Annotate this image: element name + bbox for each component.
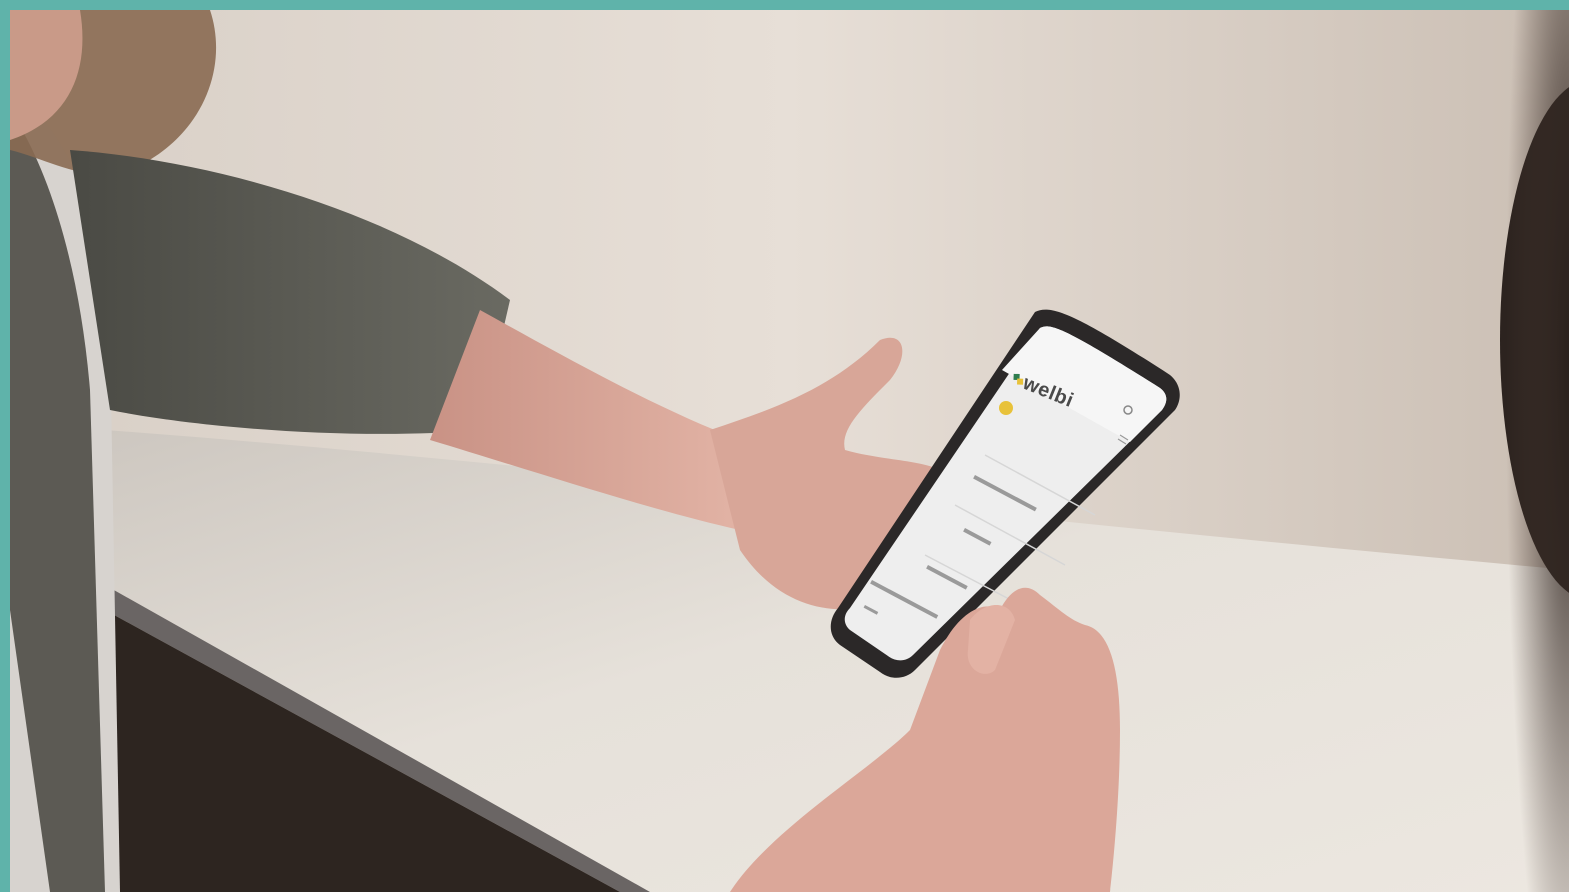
avatar-icon <box>999 401 1013 415</box>
photo: welbi <box>10 10 1569 892</box>
scene-svg <box>10 10 1569 892</box>
right-edge-shadow <box>1490 10 1569 892</box>
